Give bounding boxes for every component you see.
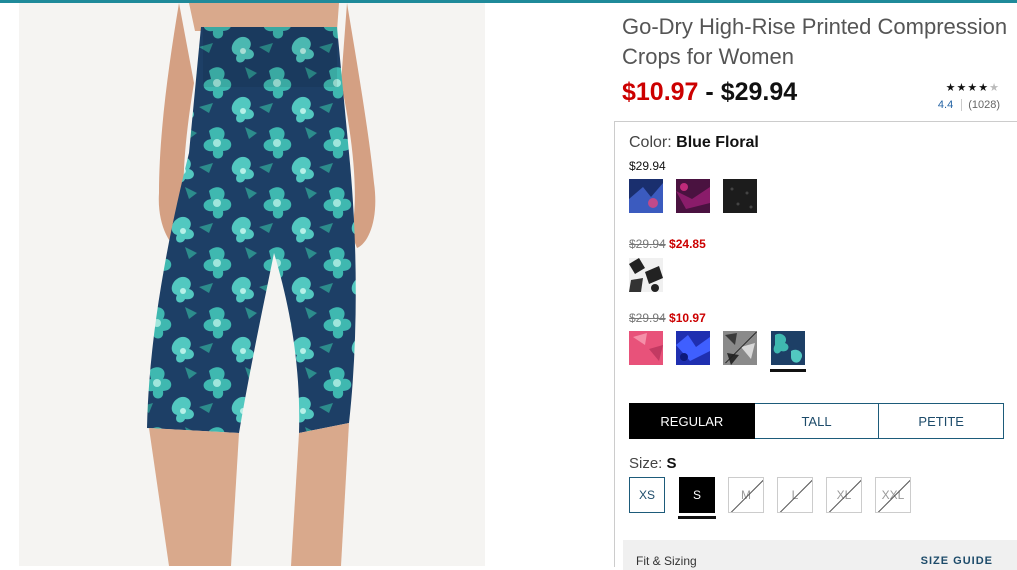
size-xs[interactable]: XS xyxy=(629,477,665,513)
swatch-plum-print[interactable] xyxy=(676,179,710,213)
original-price: $29.94 xyxy=(629,237,666,251)
price-separator: - xyxy=(705,78,714,106)
price-high: $29.94 xyxy=(720,78,798,106)
swatch-grey-camo[interactable] xyxy=(723,331,757,365)
size-m[interactable]: M xyxy=(728,477,764,513)
swatch-black-heather[interactable] xyxy=(723,179,757,213)
unavailable-slash xyxy=(729,478,763,512)
product-rating[interactable]: ★★★★★ 4.4 (1028) xyxy=(920,81,1000,111)
selected-size-indicator xyxy=(678,516,716,519)
sale-price: $24.85 xyxy=(669,237,706,251)
selected-color-name: Blue Floral xyxy=(676,134,759,151)
unavailable-slash xyxy=(827,478,861,512)
size-label-text: Size: xyxy=(629,455,663,472)
size-s-label: S xyxy=(692,488,701,502)
selected-size: S xyxy=(666,455,677,472)
sale-price: $10.97 xyxy=(669,311,706,325)
size-label: Size: S xyxy=(629,455,677,472)
size-s[interactable]: S xyxy=(679,477,715,513)
swatch-black-white-print[interactable] xyxy=(629,258,663,292)
product-image[interactable] xyxy=(19,3,485,566)
filled-stars-icon: ★★★★ xyxy=(945,82,990,94)
size-l[interactable]: L xyxy=(777,477,813,513)
size-xl[interactable]: XL xyxy=(826,477,862,513)
price-low: $10.97 xyxy=(622,78,699,106)
empty-star-icon: ★ xyxy=(989,82,1000,94)
swatch-navy-print[interactable] xyxy=(629,179,663,213)
product-options-panel: Color: Blue Floral $29.94 $29.94 $24.85 … xyxy=(614,121,1017,570)
rating-score[interactable]: 4.4 xyxy=(937,99,963,111)
price-group-label: $29.94 $10.97 xyxy=(629,311,706,325)
selected-swatch-indicator xyxy=(770,369,806,372)
size-xs-label: XS xyxy=(638,488,655,502)
color-label-text: Color: xyxy=(629,134,672,151)
size-xxl[interactable]: XXL xyxy=(875,477,911,513)
color-label: Color: Blue Floral xyxy=(629,134,759,152)
price-range: $10.97 - $29.94 xyxy=(622,78,797,107)
swatch-cobalt-print[interactable] xyxy=(676,331,710,365)
original-price: $29.94 xyxy=(629,311,666,325)
tab-petite[interactable]: PETITE xyxy=(879,403,1005,439)
swatch-blue-floral[interactable] xyxy=(771,331,805,365)
tab-tall[interactable]: TALL xyxy=(754,403,880,439)
unavailable-slash xyxy=(778,478,812,512)
size-guide-link[interactable]: SIZE GUIDE xyxy=(921,555,993,567)
price-group-label: $29.94 $24.85 xyxy=(629,237,706,251)
price-group-label: $29.94 xyxy=(629,159,666,173)
group-price: $29.94 xyxy=(629,159,666,173)
review-count[interactable]: (1028) xyxy=(962,99,1000,111)
fit-tabs: REGULAR TALL PETITE xyxy=(629,403,1005,439)
tab-regular[interactable]: REGULAR xyxy=(629,403,755,439)
swatch-pink-print[interactable] xyxy=(629,331,663,365)
product-title: Go-Dry High-Rise Printed Compression Cro… xyxy=(622,14,1008,69)
rating-stars: ★★★★★ xyxy=(920,81,1000,95)
